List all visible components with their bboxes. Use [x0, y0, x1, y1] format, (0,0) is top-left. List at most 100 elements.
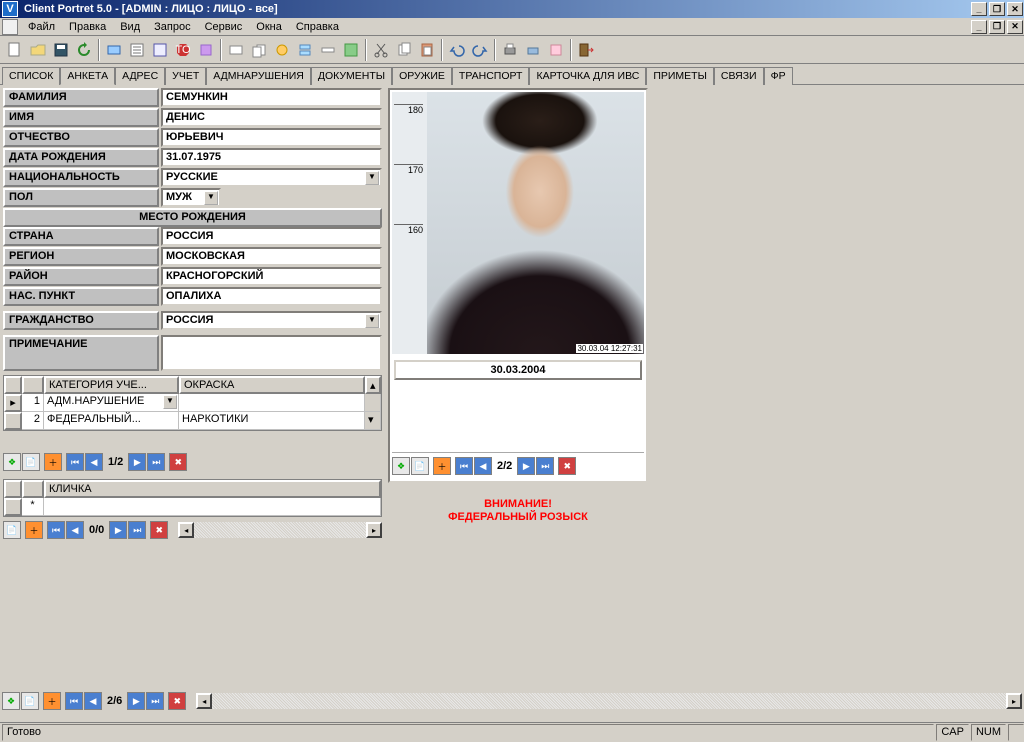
dropdown-icon[interactable]: ▼ — [163, 395, 177, 409]
cell-category[interactable]: ФЕДЕРАЛЬНЫЙ... — [44, 412, 179, 430]
minimize-button[interactable]: _ — [971, 2, 987, 16]
cell-color[interactable]: НАРКОТИКИ — [179, 412, 365, 430]
nav-delete-button[interactable]: ✖ — [168, 692, 186, 710]
field-region[interactable]: МОСКОВСКАЯ — [161, 247, 382, 266]
nav-doc-icon[interactable]: 📄 — [22, 453, 40, 471]
tool-prn3[interactable] — [545, 39, 567, 61]
menu-Файл[interactable]: Файл — [22, 20, 61, 34]
tool-10[interactable] — [225, 39, 247, 61]
nav-next-button[interactable]: ▶ — [517, 457, 535, 475]
tab-АНКЕТА[interactable]: АНКЕТА — [60, 67, 115, 85]
tool-exit[interactable] — [575, 39, 597, 61]
nav-delete-button[interactable]: ✖ — [150, 521, 168, 539]
nav-next-button[interactable]: ▶ — [109, 521, 127, 539]
nav-prev-button[interactable]: ◀ — [66, 521, 84, 539]
col-number[interactable] — [22, 376, 44, 394]
tool-13[interactable] — [294, 39, 316, 61]
menu-Правка[interactable]: Правка — [63, 20, 112, 34]
field-dob[interactable]: 31.07.1975 — [161, 148, 382, 167]
mdi-restore-button[interactable]: ❐ — [989, 20, 1005, 34]
nav-doc-icon[interactable]: 📄 — [21, 692, 39, 710]
nav-book-icon[interactable]: ❖ — [392, 457, 410, 475]
dropdown-icon[interactable]: ▼ — [365, 171, 379, 185]
menu-Справка[interactable]: Справка — [290, 20, 345, 34]
tool-open[interactable] — [27, 39, 49, 61]
mdi-minimize-button[interactable]: _ — [971, 20, 987, 34]
tab-УЧЕТ[interactable]: УЧЕТ — [165, 67, 206, 85]
nav-add-button[interactable]: ＋ — [25, 521, 43, 539]
tool-copy[interactable] — [393, 39, 415, 61]
nav-next-button[interactable]: ▶ — [128, 453, 146, 471]
field-nationality[interactable]: РУССКИЕ▼ — [161, 168, 382, 187]
tool-print[interactable] — [499, 39, 521, 61]
nav-add-button[interactable]: ＋ — [433, 457, 451, 475]
table-row[interactable]: 2 ФЕДЕРАЛЬНЫЙ... НАРКОТИКИ ▾ — [4, 412, 381, 430]
hscroll[interactable]: ◂▸ — [178, 522, 382, 538]
tool-refresh[interactable] — [73, 39, 95, 61]
tab-АДРЕС[interactable]: АДРЕС — [115, 67, 165, 85]
tool-redo[interactable] — [469, 39, 491, 61]
field-town[interactable]: ОПАЛИХА — [161, 287, 382, 306]
nav-add-button[interactable]: ＋ — [44, 453, 62, 471]
tool-15[interactable] — [340, 39, 362, 61]
tool-cut[interactable] — [370, 39, 392, 61]
maximize-button[interactable]: ❐ — [989, 2, 1005, 16]
nav-last-button[interactable]: ⏭ — [128, 521, 146, 539]
nav-first-button[interactable]: ⏮ — [455, 457, 473, 475]
tab-КАРТОЧКА ДЛЯ ИВС[interactable]: КАРТОЧКА ДЛЯ ИВС — [529, 67, 646, 85]
field-surname[interactable]: СЕМУНКИН — [161, 88, 382, 107]
tool-11[interactable] — [248, 39, 270, 61]
tab-ПРИМЕТЫ[interactable]: ПРИМЕТЫ — [646, 67, 714, 85]
tab-ДОКУМЕНТЫ[interactable]: ДОКУМЕНТЫ — [311, 67, 392, 85]
table-row[interactable]: * — [4, 498, 381, 516]
tool-14[interactable] — [317, 39, 339, 61]
nav-prev-button[interactable]: ◀ — [84, 692, 102, 710]
resize-grip[interactable] — [1008, 724, 1024, 741]
field-name[interactable]: ДЕНИС — [161, 108, 382, 127]
tool-prn2[interactable] — [522, 39, 544, 61]
col-category[interactable]: КАТЕГОРИЯ УЧЕ... — [44, 376, 179, 394]
cell-color[interactable] — [179, 394, 365, 412]
menu-Окна[interactable]: Окна — [250, 20, 288, 34]
col-alias[interactable]: КЛИЧКА — [44, 480, 381, 498]
tool-5[interactable] — [103, 39, 125, 61]
field-citizenship[interactable]: РОССИЯ▼ — [161, 311, 382, 330]
nav-last-button[interactable]: ⏭ — [147, 453, 165, 471]
grid-scroll-down[interactable]: ▾ — [365, 412, 381, 430]
tool-new[interactable] — [4, 39, 26, 61]
grid-scroll-up[interactable]: ▴ — [365, 376, 381, 394]
tab-ФР[interactable]: ФР — [764, 67, 793, 85]
cell-category[interactable]: АДМ.НАРУШЕНИЕ▼ — [44, 394, 179, 412]
nav-prev-button[interactable]: ◀ — [85, 453, 103, 471]
nav-first-button[interactable]: ⏮ — [66, 453, 84, 471]
nav-doc-icon[interactable]: 📄 — [3, 521, 21, 539]
tool-7[interactable] — [149, 39, 171, 61]
close-button[interactable]: ✕ — [1007, 2, 1023, 16]
tool-9[interactable] — [195, 39, 217, 61]
field-country[interactable]: РОССИЯ — [161, 227, 382, 246]
dropdown-icon[interactable]: ▼ — [365, 314, 379, 328]
field-sex[interactable]: МУЖ▼ — [161, 188, 221, 207]
nav-last-button[interactable]: ⏭ — [536, 457, 554, 475]
col-number[interactable] — [22, 480, 44, 498]
tool-stop[interactable]: STOP — [172, 39, 194, 61]
scroll-right-button[interactable]: ▸ — [1006, 693, 1022, 709]
nav-last-button[interactable]: ⏭ — [146, 692, 164, 710]
tool-undo[interactable] — [446, 39, 468, 61]
nav-doc-icon[interactable]: 📄 — [411, 457, 429, 475]
tool-save[interactable] — [50, 39, 72, 61]
table-row[interactable]: ▸ 1 АДМ.НАРУШЕНИЕ▼ — [4, 394, 381, 412]
col-color[interactable]: ОКРАСКА — [179, 376, 365, 394]
cell-alias[interactable] — [44, 498, 381, 516]
tab-СПИСОК[interactable]: СПИСОК — [2, 67, 60, 85]
tab-АДМНАРУШЕНИЯ[interactable]: АДМНАРУШЕНИЯ — [206, 67, 311, 85]
nav-book-icon[interactable]: ❖ — [3, 453, 21, 471]
tab-ОРУЖИЕ[interactable]: ОРУЖИЕ — [392, 67, 452, 85]
menu-Сервис[interactable]: Сервис — [199, 20, 249, 34]
dropdown-icon[interactable]: ▼ — [204, 191, 218, 205]
nav-book-icon[interactable]: ❖ — [2, 692, 20, 710]
field-district[interactable]: КРАСНОГОРСКИЙ — [161, 267, 382, 286]
tool-paste[interactable] — [416, 39, 438, 61]
tool-6[interactable] — [126, 39, 148, 61]
tab-ТРАНСПОРТ[interactable]: ТРАНСПОРТ — [452, 67, 530, 85]
